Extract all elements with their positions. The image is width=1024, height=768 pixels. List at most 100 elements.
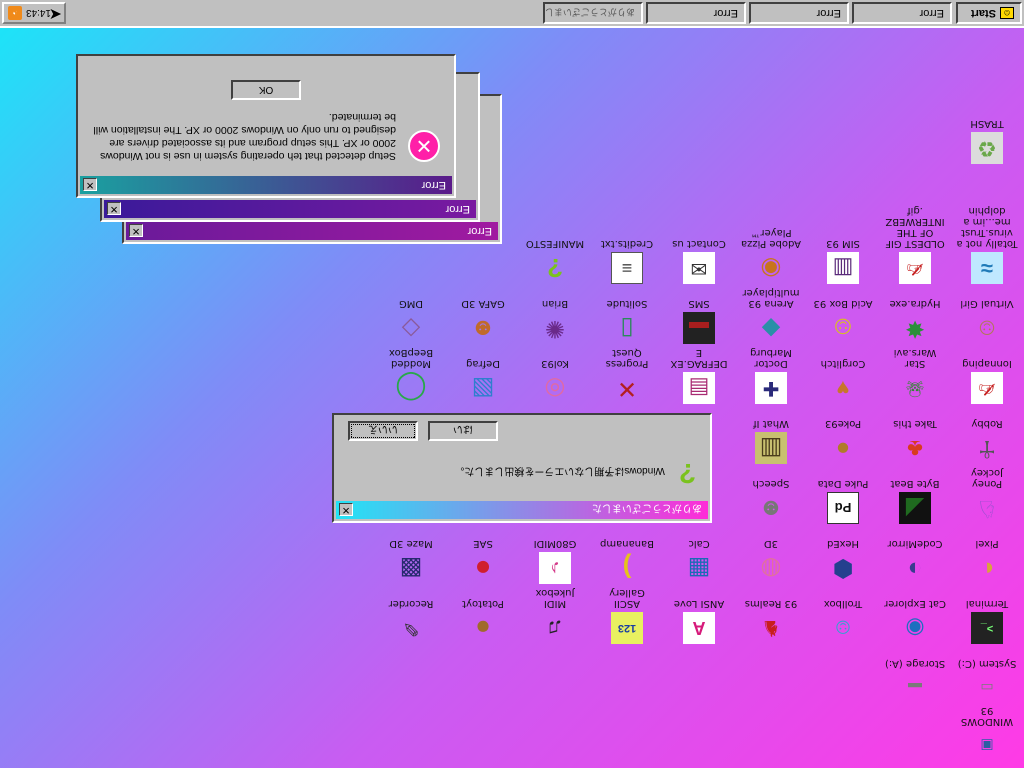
computer-icon: ▣	[980, 738, 994, 754]
desktop-icon-storage-a[interactable]: ▬ Storage (A:)	[884, 658, 946, 704]
desktop-icon-puke-data[interactable]: Pd Puke Data	[812, 478, 874, 524]
icon-label: ASCII Gallery	[609, 587, 645, 609]
desktop-icon-bananamp[interactable]: ) Bananamp	[596, 538, 658, 584]
desktop-icon-93-realms[interactable]: ♞ 93 Realms	[740, 598, 802, 644]
desktop-icon-hexed[interactable]: ⬢ HexEd	[812, 538, 874, 584]
desktop-icon-poney-jockey[interactable]: ♘ Poney Jockey	[956, 467, 1018, 524]
desktop-icon-poke93[interactable]: ● Poke93	[812, 418, 874, 464]
error-title: Error	[467, 225, 492, 237]
desktop-icon-star-wars[interactable]: ☠ Star Wars.avi	[884, 347, 946, 404]
error-dialog[interactable]: Error ✕ ✕ Setup detected that teh operat…	[76, 54, 456, 198]
desktop-icon-speech[interactable]: ☻ Speech	[740, 478, 802, 524]
desktop-icon-3d[interactable]: ◍ 3D	[740, 538, 802, 584]
icon-label: Robby	[971, 418, 1003, 429]
desktop-icon-kol93[interactable]: ◎ Kol93	[524, 358, 586, 404]
desktop-icon-cat-explorer[interactable]: ◉ Cat Explorer	[884, 598, 946, 644]
desktop-icon-ascii-gallery[interactable]: 123 ASCII Gallery	[596, 587, 658, 644]
desktop-icon-windows93[interactable]: ▣ WINDOWS 93	[956, 705, 1018, 762]
desktop-icon-trash[interactable]: ♻ TRASH	[956, 118, 1018, 164]
close-icon[interactable]: ✕	[129, 224, 143, 238]
desktop-icon-maze-3d[interactable]: ▩ Maze 3D	[380, 538, 442, 584]
mushroom-icon: ♣	[907, 435, 923, 462]
no-button[interactable]: いいえ	[348, 421, 418, 441]
desktop-icon-dolphin[interactable]: ≈ Totally not a virus.Trust me...im a do…	[956, 205, 1018, 284]
icon-label: Arena 93 multiplayer	[742, 287, 800, 309]
desktop-icon-trollbox[interactable]: ☺ Trollbox	[812, 598, 874, 644]
desktop-icon-system-c[interactable]: ▭ System (C:)	[956, 658, 1018, 704]
error-titlebar[interactable]: Error ✕	[80, 176, 452, 194]
solitude-icon: ▯	[620, 315, 634, 342]
sim-icon: ▥	[827, 252, 859, 284]
desktop-icon-recorder[interactable]: ✎ Recorder	[380, 598, 442, 644]
error-titlebar[interactable]: Error ✕	[104, 200, 476, 218]
cube-icon: ▧	[471, 375, 495, 402]
desktop-icon-potatoyt[interactable]: ● Potatoyt	[452, 598, 514, 644]
yes-button[interactable]: はい	[428, 421, 498, 441]
taskbar-item-error[interactable]: Error	[646, 2, 746, 24]
desktop-icon-defrag[interactable]: ▧ Defrag	[452, 358, 514, 404]
desktop-icon-modded-beepbox[interactable]: ◯ Modded BeepBox	[380, 347, 442, 404]
close-icon[interactable]: ✕	[339, 503, 353, 517]
taskbar-item-error[interactable]: Error	[749, 2, 849, 24]
desktop-icon-credits[interactable]: ≡ Credits.txt	[596, 238, 658, 284]
desktop-icon-sim-93[interactable]: ▥ SIM 93	[812, 238, 874, 284]
desktop-icon-hydra[interactable]: ✸ Hydra.exe	[884, 298, 946, 344]
error-x-icon: ✕	[408, 130, 440, 162]
desktop-icon-acid-box[interactable]: ☺ Acid Box 93	[812, 298, 874, 344]
icon-label: Speech	[752, 478, 790, 489]
icon-label: SMS	[688, 298, 710, 309]
jp-dialog-titlebar[interactable]: ありがとうございました ✕	[336, 501, 708, 519]
desktop-icon-oldest-gif[interactable]: ✍ OLDEST GIF OF THE INTERWEBZ.gif	[884, 205, 946, 284]
desktop-icon-pixel[interactable]: ◐ Pixel	[956, 538, 1018, 584]
desktop-icon-gafa-3d[interactable]: ☻ GAFA 3D	[452, 298, 514, 344]
dog-icon: ♥	[836, 376, 850, 401]
g80midi-icon: ♪	[539, 552, 571, 584]
error-titlebar[interactable]: Error ✕	[126, 222, 498, 240]
desktop-icon-progress-quest[interactable]: ✕ Progress Quest	[596, 347, 658, 404]
close-icon[interactable]: ✕	[107, 202, 121, 216]
desktop-icon-g80midi[interactable]: ♪ G80MIDI	[524, 538, 586, 584]
desktop-icon-what-if[interactable]: ▥ What If	[740, 418, 802, 464]
taskbar-item-error[interactable]: Error	[852, 2, 952, 24]
close-icon[interactable]: ✕	[83, 178, 97, 192]
mouse-cursor-icon: ➤	[48, 6, 62, 23]
desktop-icon-robby[interactable]: ☥ Robby	[956, 418, 1018, 464]
desktop-icon-doctor-marburg[interactable]: ✚ Doctor Marburg	[740, 347, 802, 404]
icon-label: SAE	[473, 538, 493, 549]
desktop-icon-codemirror[interactable]: ◑ CodeMirror	[884, 538, 946, 584]
icon-label: Take this	[893, 418, 937, 429]
icon-label: Brian	[541, 298, 569, 309]
dolphin-icon: ≈	[971, 252, 1003, 284]
desktop-icon-byte-beat[interactable]: ◢ Byte Beat	[884, 478, 946, 524]
desktop-icon-midi-jukebox[interactable]: ♫ MIDI Jukebox	[524, 587, 586, 644]
desktop-icon-sms[interactable]: ▬ SMS	[668, 298, 730, 344]
taskbar-item-jp-dialog[interactable]: ありがとうございました	[543, 2, 643, 24]
start-button[interactable]: ☺ Start	[956, 2, 1022, 24]
desktop-icon-arena-93[interactable]: ◆ Arena 93 multiplayer	[740, 287, 802, 344]
desktop-icon-adobe-pizza[interactable]: ◉ Adobe Pizza Player™	[740, 227, 802, 284]
icon-label: Calc	[688, 538, 710, 549]
rss-icon[interactable]: ◔	[8, 6, 22, 20]
desktop-icon-contact-us[interactable]: ✉ Contact us	[668, 238, 730, 284]
bytebeat-icon: ◢	[899, 492, 931, 524]
desktop-icon-ansi-love[interactable]: A ANSI Love	[668, 598, 730, 644]
desktop-icon-sae[interactable]: ● SAE	[452, 538, 514, 584]
task-label: Error	[713, 7, 738, 19]
ok-button[interactable]: OK	[231, 80, 301, 100]
icon-label: TRASH	[970, 118, 1004, 129]
beepbox-icon: ◯	[395, 373, 427, 404]
desktop-icon-virtual-girl[interactable]: ☺ Virtual Girl	[956, 298, 1018, 344]
desktop-icon-brian[interactable]: ✺ Brian	[524, 298, 586, 344]
desktop-icon-manifesto[interactable]: ? MANIFESTO	[524, 238, 586, 284]
desktop-icon-dmg[interactable]: ◇ DMG	[380, 298, 442, 344]
icon-label: Poke93	[824, 418, 862, 429]
desktop-icon-defrag-exe[interactable]: ▤ DEFRAG.EXE	[668, 347, 730, 404]
desktop-icon-calc[interactable]: ▦ Calc	[668, 538, 730, 584]
desktop-icon-ionnaping[interactable]: ✍ Ionnaping	[956, 358, 1018, 404]
desktop-icon-terminal[interactable]: >_ Terminal	[956, 598, 1018, 644]
jp-dialog[interactable]: ありがとうございました ✕ ? Windowsは予期しないエラーを検出しました。…	[332, 413, 712, 523]
icon-label: Star Wars.avi	[893, 347, 937, 369]
desktop-icon-corglitch[interactable]: ♥ Corglitch	[812, 358, 874, 404]
desktop-icon-take-this[interactable]: ♣ Take this	[884, 418, 946, 464]
desktop-icon-solitude[interactable]: ▯ Solitude	[596, 298, 658, 344]
